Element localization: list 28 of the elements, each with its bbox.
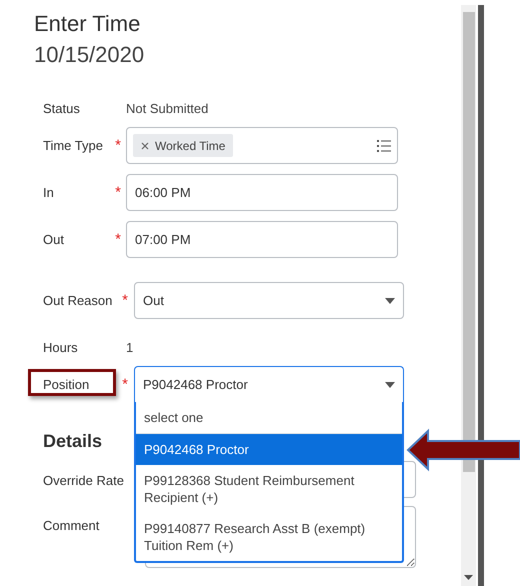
section-heading: Details <box>43 430 102 452</box>
required-mark: * <box>115 232 121 247</box>
page-title: Enter Time <box>34 10 140 38</box>
field-label: Override Rate <box>43 472 125 490</box>
dropdown-option[interactable]: P99140877 Research Asst B (exempt) Tuition Rem (+) <box>136 513 402 561</box>
date-text: 10/15/2020 <box>34 41 144 69</box>
field-label: In <box>43 184 54 202</box>
required-mark: * <box>122 293 128 308</box>
field-label: Hours <box>43 338 78 357</box>
field-label: Comment <box>43 517 100 535</box>
dropdown-option[interactable]: P9042468 Proctor <box>136 434 402 465</box>
required-mark: * <box>115 138 121 153</box>
field-value: 1 <box>126 338 134 357</box>
field-label: Position <box>43 376 90 394</box>
field-label: Out <box>43 230 64 249</box>
field-value: Not Submitted <box>126 100 208 118</box>
required-mark: * <box>115 185 121 200</box>
time-input-field[interactable]: 06:00 PM <box>126 174 398 211</box>
field-label: Time Type <box>43 136 103 155</box>
dropdown-option[interactable]: P99128368 Student Reimbursement Recipient (+) <box>136 465 402 513</box>
time-type-field[interactable]: Worked Time <box>126 127 398 164</box>
field-label: Out Reason <box>43 292 112 310</box>
dropdown-field[interactable]: P9042468 Proctor <box>134 366 404 403</box>
time-input-field[interactable]: 07:00 PM <box>126 221 398 258</box>
required-mark: * <box>122 377 128 392</box>
token-chip[interactable]: Worked Time <box>133 134 234 157</box>
dropdown-field[interactable]: Out <box>134 282 404 319</box>
field-label: Status <box>43 100 80 118</box>
